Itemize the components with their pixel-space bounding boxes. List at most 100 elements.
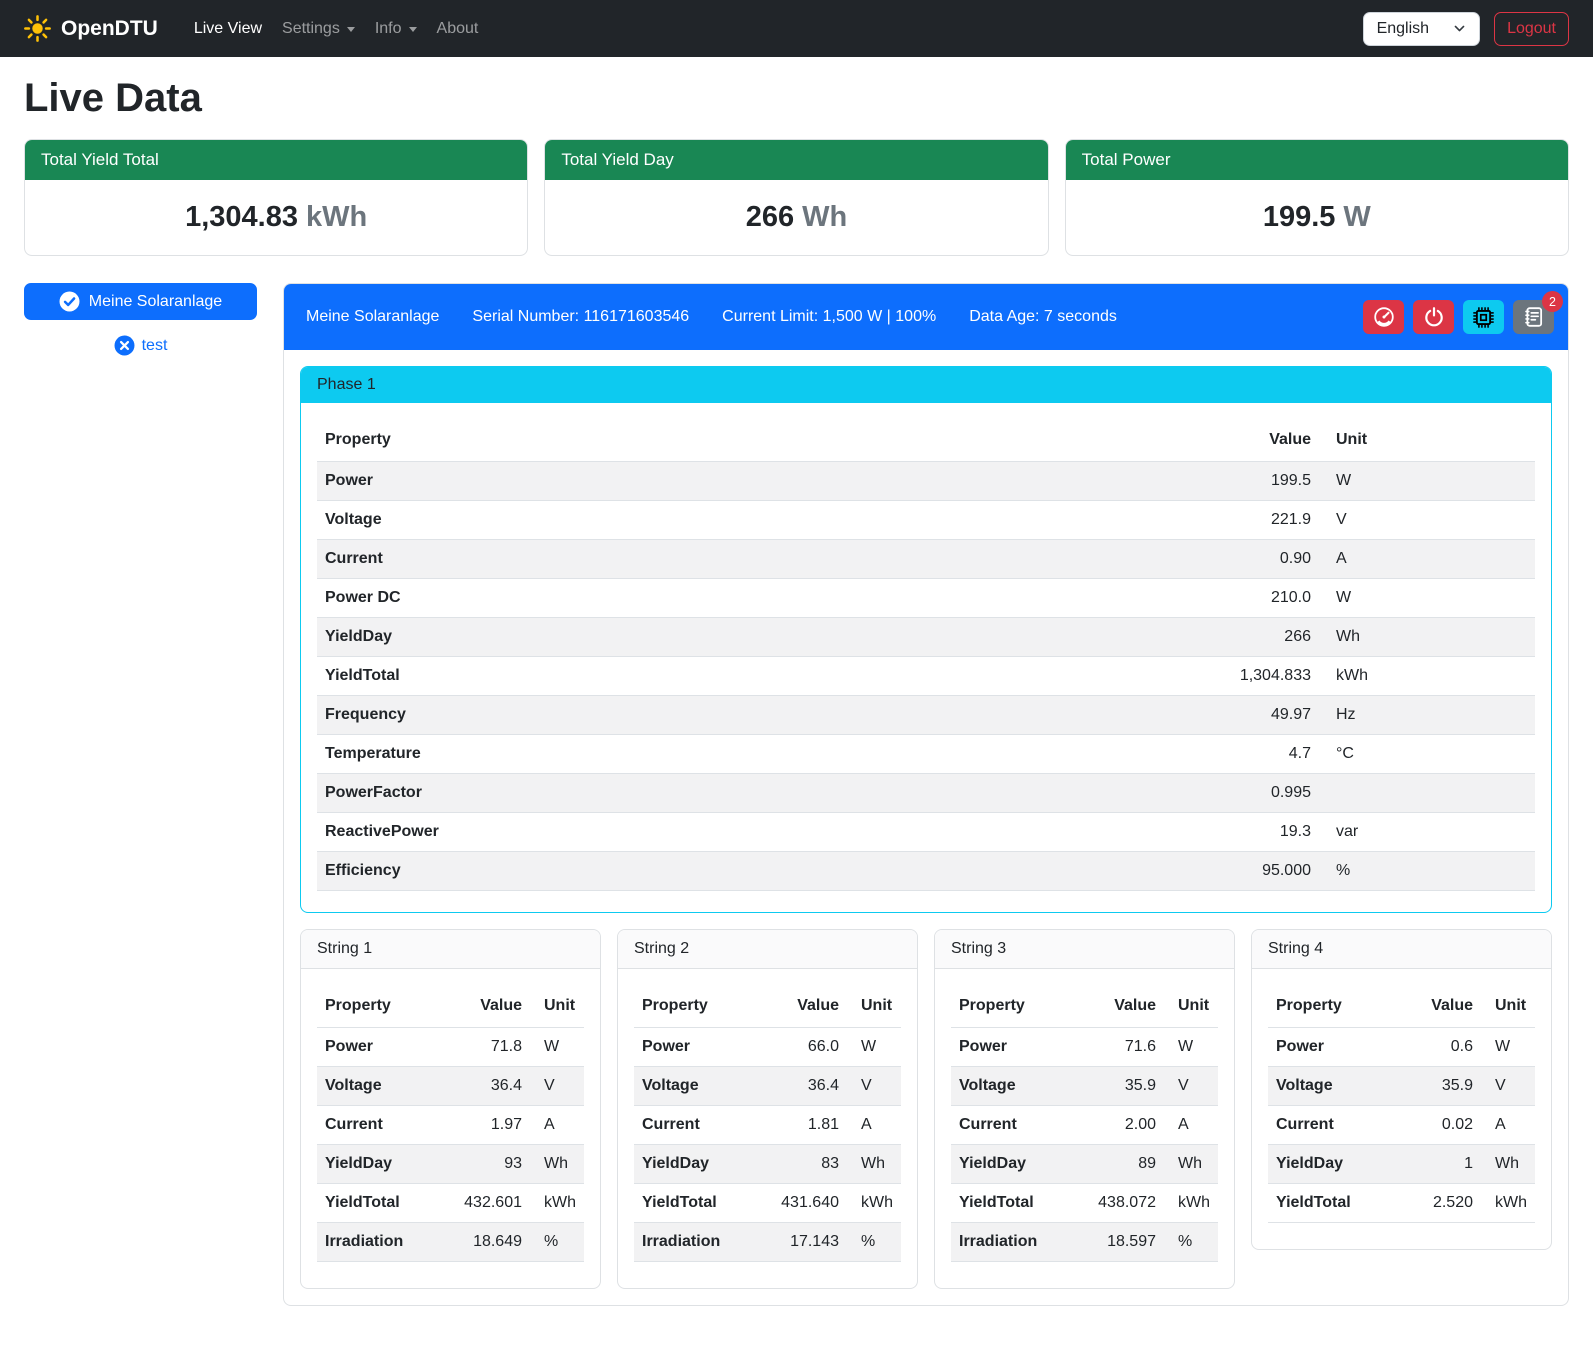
value-cell: 2.00 xyxy=(1078,1106,1164,1145)
nav-item-label: Live View xyxy=(194,20,262,38)
card-value-row: 1,304.83kWh xyxy=(25,180,527,255)
card-title: Total Power xyxy=(1066,140,1568,180)
main-row: Meine Solaranlage test Meine Solaranlage… xyxy=(24,283,1569,1306)
card-unit: kWh xyxy=(306,201,367,233)
current-limit: Current Limit: 1,500 W | 100% xyxy=(722,308,936,326)
table-row: ReactivePower19.3var xyxy=(317,813,1535,852)
unit-cell: % xyxy=(1164,1223,1218,1262)
property-cell: Voltage xyxy=(1268,1067,1395,1106)
property-cell: Irradiation xyxy=(634,1223,761,1262)
unit-cell: W xyxy=(1319,579,1535,618)
power-button[interactable] xyxy=(1413,300,1454,334)
language-select[interactable]: English xyxy=(1363,12,1480,46)
property-cell: ReactivePower xyxy=(317,813,1194,852)
inverter-select-button[interactable]: Meine Solaranlage xyxy=(24,283,257,320)
column-header-value: Value xyxy=(1194,419,1319,462)
column-header-unit: Unit xyxy=(1481,985,1535,1028)
table-row: Power0.6W xyxy=(1268,1028,1535,1067)
table-row: YieldTotal1,304.833kWh xyxy=(317,657,1535,696)
chevron-down-icon xyxy=(1453,22,1466,35)
unit-cell: % xyxy=(1319,852,1535,891)
property-cell: YieldTotal xyxy=(1268,1184,1395,1223)
table-row: Current0.90A xyxy=(317,540,1535,579)
table-row: Power71.8W xyxy=(317,1028,584,1067)
table-row: Power DC210.0W xyxy=(317,579,1535,618)
table-row: Current0.02A xyxy=(1268,1106,1535,1145)
unit-cell: V xyxy=(1481,1067,1535,1106)
column-header-property: Property xyxy=(1268,985,1395,1028)
table-row: Voltage35.9V xyxy=(951,1067,1218,1106)
value-cell: 36.4 xyxy=(444,1067,530,1106)
column-header-property: Property xyxy=(951,985,1078,1028)
unit-cell: W xyxy=(1164,1028,1218,1067)
inverter-item-test[interactable]: test xyxy=(24,335,257,356)
unit-cell: Wh xyxy=(1481,1145,1535,1184)
value-cell: 438.072 xyxy=(1078,1184,1164,1223)
event-count-badge: 2 xyxy=(1542,291,1563,312)
page-container: Live Data Total Yield Total 1,304.83kWh … xyxy=(0,76,1593,1334)
nav-item-label: Settings xyxy=(282,20,340,38)
inverter-panel: Meine Solaranlage Serial Number: 1161716… xyxy=(283,283,1569,1306)
column-header-value: Value xyxy=(1395,985,1481,1028)
unit-cell xyxy=(1319,774,1535,813)
string-2-table: Property Value Unit Power66.0WVoltage36.… xyxy=(634,985,901,1262)
table-header-row: Property Value Unit xyxy=(634,985,901,1028)
value-cell: 0.6 xyxy=(1395,1028,1481,1067)
property-cell: Temperature xyxy=(317,735,1194,774)
nav-item-settings[interactable]: Settings xyxy=(272,12,365,46)
table-row: Irradiation18.649% xyxy=(317,1223,584,1262)
logout-button[interactable]: Logout xyxy=(1494,12,1569,46)
value-cell: 35.9 xyxy=(1395,1067,1481,1106)
property-cell: Irradiation xyxy=(317,1223,444,1262)
column-header-value: Value xyxy=(444,985,530,1028)
value-cell: 2.520 xyxy=(1395,1184,1481,1223)
property-cell: Current xyxy=(317,540,1194,579)
value-cell: 432.601 xyxy=(444,1184,530,1223)
value-cell: 0.995 xyxy=(1194,774,1319,813)
property-cell: Current xyxy=(317,1106,444,1145)
value-cell: 221.9 xyxy=(1194,501,1319,540)
data-age: Data Age: 7 seconds xyxy=(969,308,1117,326)
total-yield-day-card: Total Yield Day 266Wh xyxy=(544,139,1048,256)
table-row: YieldTotal438.072kWh xyxy=(951,1184,1218,1223)
gauge-icon xyxy=(1373,306,1395,328)
value-cell: 19.3 xyxy=(1194,813,1319,852)
limit-settings-button[interactable] xyxy=(1363,300,1404,334)
value-cell: 89 xyxy=(1078,1145,1164,1184)
table-row: Current2.00A xyxy=(951,1106,1218,1145)
string-1-table: Property Value Unit Power71.8WVoltage36.… xyxy=(317,985,584,1262)
property-cell: YieldDay xyxy=(317,1145,444,1184)
property-cell: Power xyxy=(317,1028,444,1067)
unit-cell: Wh xyxy=(1319,618,1535,657)
unit-cell: kWh xyxy=(530,1184,584,1223)
nav-item-about[interactable]: About xyxy=(427,12,489,46)
property-cell: Current xyxy=(951,1106,1078,1145)
unit-cell: kWh xyxy=(1319,657,1535,696)
unit-cell: V xyxy=(530,1067,584,1106)
value-cell: 17.143 xyxy=(761,1223,847,1262)
table-row: Power71.6W xyxy=(951,1028,1218,1067)
table-row: Efficiency95.000% xyxy=(317,852,1535,891)
unit-cell: W xyxy=(530,1028,584,1067)
table-header-row: Property Value Unit xyxy=(1268,985,1535,1028)
nav-item-info[interactable]: Info xyxy=(365,12,427,46)
table-row: Current1.81A xyxy=(634,1106,901,1145)
inverter-name: Meine Solaranlage xyxy=(306,308,439,326)
nav-links: Live View Settings Info About xyxy=(184,12,489,46)
value-cell: 266 xyxy=(1194,618,1319,657)
column-header-value: Value xyxy=(1078,985,1164,1028)
string-2-card: String 2 Property Value Unit xyxy=(617,929,918,1289)
value-cell: 71.6 xyxy=(1078,1028,1164,1067)
column-header-unit: Unit xyxy=(530,985,584,1028)
value-cell: 93 xyxy=(444,1145,530,1184)
nav-item-live-view[interactable]: Live View xyxy=(184,12,272,46)
device-info-button[interactable] xyxy=(1463,300,1504,334)
event-log-button[interactable]: 2 xyxy=(1513,300,1554,334)
table-header-row: Property Value Unit xyxy=(317,419,1535,462)
table-row: Temperature4.7°C xyxy=(317,735,1535,774)
table-row: Voltage36.4V xyxy=(317,1067,584,1106)
unit-cell: A xyxy=(1481,1106,1535,1145)
table-row: YieldDay93Wh xyxy=(317,1145,584,1184)
table-row: PowerFactor0.995 xyxy=(317,774,1535,813)
brand[interactable]: OpenDTU xyxy=(24,15,158,42)
